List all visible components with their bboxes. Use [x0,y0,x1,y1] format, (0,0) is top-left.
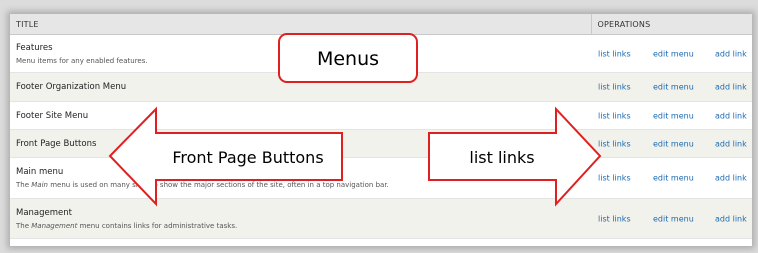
menu-description: Menu items for any enabled features. [16,56,148,65]
add-link-link[interactable]: add link [715,83,747,92]
table-row: Front Page Buttons list links edit menu … [10,129,752,158]
list-links-link[interactable]: list links [598,174,631,183]
list-links-link[interactable]: list links [598,139,631,148]
menu-description: The Main menu is used on many sites to s… [16,181,389,189]
list-links-link[interactable]: list links [598,83,631,92]
edit-menu-link[interactable]: edit menu [653,214,694,223]
menu-title: Management [16,207,72,218]
add-link-link[interactable]: add link [715,49,747,58]
edit-menu-link[interactable]: edit menu [653,174,694,183]
menu-title: Front Page Buttons [16,138,97,149]
add-link-link[interactable]: add link [715,139,747,148]
menu-description: The Management menu contains links for a… [16,221,238,230]
column-header-operations: OPERATIONS [590,14,752,35]
table-row: Footer Organization Menu list links edit… [10,72,752,102]
add-link-link[interactable]: add link [715,214,747,223]
edit-menu-link[interactable]: edit menu [653,111,694,120]
menu-title: Features [16,42,53,53]
edit-menu-link[interactable]: edit menu [653,139,694,148]
table-row: Management The Management menu contains … [10,198,752,239]
edit-menu-link[interactable]: edit menu [653,49,694,58]
menu-title: Main menu [16,167,64,177]
table-row: Features Menu items for any enabled feat… [10,34,752,73]
menus-table: TITLE OPERATIONS Features Menu items for… [10,14,752,239]
column-header-title[interactable]: TITLE [10,14,591,35]
menu-title: Footer Site Menu [16,110,89,121]
add-link-link[interactable]: add link [715,174,747,183]
list-links-link[interactable]: list links [598,111,631,120]
table-row: Main menu The Main menu is used on many … [10,157,752,199]
edit-menu-link[interactable]: edit menu [653,83,694,92]
list-links-link[interactable]: list links [598,214,631,223]
table-row: Footer Site Menu list links edit menu ad… [10,101,752,130]
list-links-link[interactable]: list links [598,49,631,58]
menu-title: Footer Organization Menu [16,82,127,92]
add-link-link[interactable]: add link [715,111,747,120]
menus-table-frame: TITLE OPERATIONS Features Menu items for… [10,14,752,246]
